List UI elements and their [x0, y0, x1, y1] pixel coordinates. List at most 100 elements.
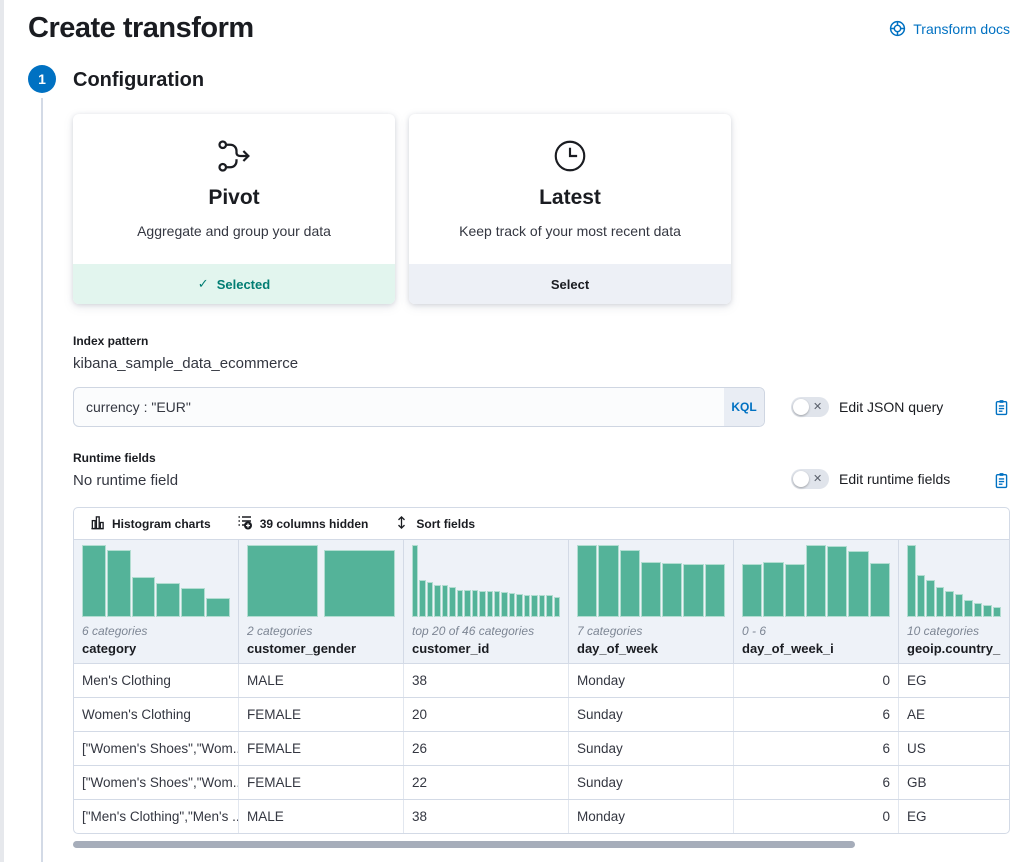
histogram-bar: [964, 600, 973, 617]
column-histogram: [907, 545, 1001, 617]
copy-runtime-fields-button[interactable]: [993, 472, 1010, 489]
histogram-bar: [641, 562, 661, 617]
pivot-card-description: Aggregate and group your data: [137, 223, 331, 239]
column-name: day_of_week: [577, 641, 725, 656]
kql-language-button[interactable]: KQL: [724, 388, 764, 426]
edit-runtime-fields-switch[interactable]: ✕: [791, 469, 829, 489]
step-title: Configuration: [73, 69, 1010, 92]
table-cell[interactable]: 38: [404, 664, 569, 697]
histogram-bar: [412, 545, 418, 617]
table-cell[interactable]: FEMALE: [239, 698, 404, 731]
sort-fields-button[interactable]: Sort fields: [386, 515, 483, 533]
column-name: category: [82, 641, 230, 656]
table-cell[interactable]: 0: [734, 800, 899, 833]
histogram-bar: [917, 575, 926, 617]
table-cell[interactable]: Sunday: [569, 766, 734, 799]
table-cell[interactable]: MALE: [239, 800, 404, 833]
histogram-bar: [472, 590, 478, 617]
histogram-bar: [993, 607, 1002, 617]
table-cell[interactable]: 6: [734, 698, 899, 731]
histogram-bar: [501, 592, 507, 617]
index-pattern-section: Index pattern kibana_sample_data_ecommer…: [73, 334, 1010, 372]
pivot-card[interactable]: Pivot Aggregate and group your data ✓ Se…: [73, 114, 395, 304]
horizontal-scrollbar: [73, 841, 1010, 848]
columns-hidden-button[interactable]: 39 columns hidden: [229, 514, 377, 533]
table-cell[interactable]: ["Women's Shoes","Wom...: [74, 766, 239, 799]
column-name: day_of_week_i: [742, 641, 890, 656]
table-cell[interactable]: US: [899, 732, 1009, 765]
column-header-customer_id[interactable]: top 20 of 46 categoriescustomer_id: [404, 540, 569, 663]
column-header-category[interactable]: 6 categoriescategory: [74, 540, 239, 663]
table-cell[interactable]: EG: [899, 664, 1009, 697]
histogram-bar: [457, 590, 463, 617]
histogram-bar: [945, 591, 954, 617]
histogram-bar: [598, 545, 618, 617]
edit-json-query-switch[interactable]: ✕: [791, 397, 829, 417]
column-name: customer_id: [412, 641, 560, 656]
column-header-geoip.country_iso_[interactable]: 10 categoriesgeoip.country_iso_: [899, 540, 1009, 663]
column-histogram: [577, 545, 725, 617]
histogram-bar: [434, 585, 440, 617]
table-cell[interactable]: EG: [899, 800, 1009, 833]
table-cell[interactable]: 0: [734, 664, 899, 697]
histogram-bar: [181, 588, 205, 617]
table-cell[interactable]: 38: [404, 800, 569, 833]
latest-footer-label: Select: [551, 277, 589, 292]
column-header-day_of_week[interactable]: 7 categories day_of_week: [569, 540, 734, 663]
horizontal-scrollbar-thumb[interactable]: [73, 841, 855, 848]
switch-off-x-icon: ✕: [813, 474, 822, 485]
table-cell[interactable]: Women's Clothing: [74, 698, 239, 731]
table-cell[interactable]: AE: [899, 698, 1009, 731]
table-cell[interactable]: Monday: [569, 800, 734, 833]
column-name: customer_gender: [247, 641, 395, 656]
table-cell[interactable]: ["Men's Clothing","Men's ...: [74, 800, 239, 833]
transform-docs-link[interactable]: Transform docs: [889, 20, 1010, 37]
column-header-customer_gender[interactable]: 2 categoriescustomer_gender: [239, 540, 404, 663]
copy-json-query-button[interactable]: [993, 399, 1010, 416]
data-preview-grid: Histogram charts: [73, 507, 1010, 834]
table-cell[interactable]: 6: [734, 732, 899, 765]
histogram-bar: [427, 582, 433, 617]
histogram-bar: [926, 580, 935, 617]
grid-toolbar: Histogram charts: [74, 508, 1009, 540]
latest-select-footer[interactable]: Select: [409, 264, 731, 304]
table-cell[interactable]: 20: [404, 698, 569, 731]
table-cell[interactable]: MALE: [239, 664, 404, 697]
query-bar: currency : "EUR" KQL: [73, 387, 765, 427]
latest-card-description: Keep track of your most recent data: [459, 223, 681, 239]
column-caption: 7 categories: [577, 624, 725, 638]
histogram-bar: [554, 597, 560, 617]
table-cell[interactable]: Monday: [569, 664, 734, 697]
column-histogram: [412, 545, 560, 617]
step-connector-line: [41, 98, 43, 862]
histogram-charts-button[interactable]: Histogram charts: [82, 515, 219, 533]
table-row: ["Men's Clothing","Men's ...MALE38Monday…: [74, 799, 1009, 833]
histogram-bar: [683, 564, 703, 617]
search-query-input[interactable]: currency : "EUR": [74, 388, 724, 426]
table-cell[interactable]: 22: [404, 766, 569, 799]
table-cell[interactable]: 6: [734, 766, 899, 799]
table-cell[interactable]: FEMALE: [239, 766, 404, 799]
runtime-fields-info: Runtime fields No runtime field: [73, 451, 765, 489]
histogram-bar: [449, 587, 455, 617]
pivot-selected-footer[interactable]: ✓ Selected: [73, 264, 395, 304]
histogram-bar: [974, 603, 983, 617]
column-caption: 10 categories: [907, 624, 1001, 638]
latest-card[interactable]: Latest Keep track of your most recent da…: [409, 114, 731, 304]
table-cell[interactable]: Sunday: [569, 732, 734, 765]
page-title: Create transform: [28, 12, 254, 45]
table-cell[interactable]: 26: [404, 732, 569, 765]
pivot-footer-label: Selected: [217, 277, 270, 292]
column-histogram: [742, 545, 890, 617]
table-cell[interactable]: ["Women's Shoes","Wom...: [74, 732, 239, 765]
histogram-bar: [546, 595, 552, 617]
table-cell[interactable]: FEMALE: [239, 732, 404, 765]
table-cell[interactable]: Sunday: [569, 698, 734, 731]
histogram-bar: [419, 580, 425, 617]
column-header-day_of_week_i[interactable]: 0 - 6day_of_week_i: [734, 540, 899, 663]
create-transform-page: Create transform Transform docs 1 Config…: [0, 0, 1034, 862]
table-row: Women's ClothingFEMALE20Sunday6AE: [74, 697, 1009, 731]
table-cell[interactable]: Men's Clothing: [74, 664, 239, 697]
table-cell[interactable]: GB: [899, 766, 1009, 799]
step-rail: 1: [28, 65, 56, 862]
